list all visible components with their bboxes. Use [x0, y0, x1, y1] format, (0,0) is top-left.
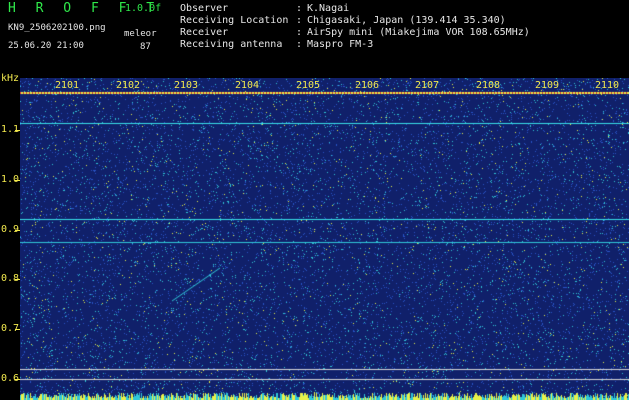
program-label: meleor	[124, 29, 157, 39]
meta-antenna-key: Receiving antenna	[180, 39, 283, 50]
x-tick-label: 2102	[116, 80, 141, 91]
x-tick-label: 2101	[55, 80, 80, 91]
y-tick-mark	[15, 180, 20, 181]
version-label: 1.0.0f	[125, 3, 162, 14]
count-label: 87	[140, 42, 151, 52]
y-tick-mark	[15, 279, 20, 280]
spectrogram-waterfall	[20, 78, 629, 400]
x-tick-label: 2106	[355, 80, 380, 91]
meta-antenna-value: Maspro FM-3	[307, 39, 374, 50]
meta-separator: :	[296, 15, 303, 26]
meta-separator: :	[296, 39, 303, 50]
x-tick-label: 2103	[174, 80, 199, 91]
meta-observer-key: Observer	[180, 3, 229, 14]
datetime-label: 25.06.20 21:00	[8, 41, 84, 51]
meta-observer-value: K.Nagai	[307, 3, 350, 14]
meta-separator: :	[296, 27, 303, 38]
meta-separator: :	[296, 3, 303, 14]
x-tick-label: 2107	[415, 80, 440, 91]
y-tick-mark	[15, 130, 20, 131]
x-tick-label: 2105	[296, 80, 321, 91]
header-panel: H R O F F T 1.0.0f KN9_2506202100.png me…	[0, 0, 629, 78]
x-tick-label: 2108	[476, 80, 501, 91]
x-tick-label: 2110	[595, 80, 620, 91]
y-tick-mark	[15, 379, 20, 380]
x-tick-label: 2109	[535, 80, 560, 91]
filename-label: KN9_2506202100.png	[8, 23, 106, 33]
meta-location-key: Receiving Location	[180, 15, 289, 26]
y-tick-mark	[15, 329, 20, 330]
x-tick-label: 2104	[235, 80, 260, 91]
meta-location-value: Chigasaki, Japan (139.414 35.340)	[307, 15, 506, 26]
meta-receiver-value: AirSpy mini (Miakejima VOR 108.65MHz)	[307, 27, 530, 38]
y-axis-unit: kHz	[1, 73, 20, 84]
meta-receiver-key: Receiver	[180, 27, 229, 38]
y-tick-mark	[15, 230, 20, 231]
